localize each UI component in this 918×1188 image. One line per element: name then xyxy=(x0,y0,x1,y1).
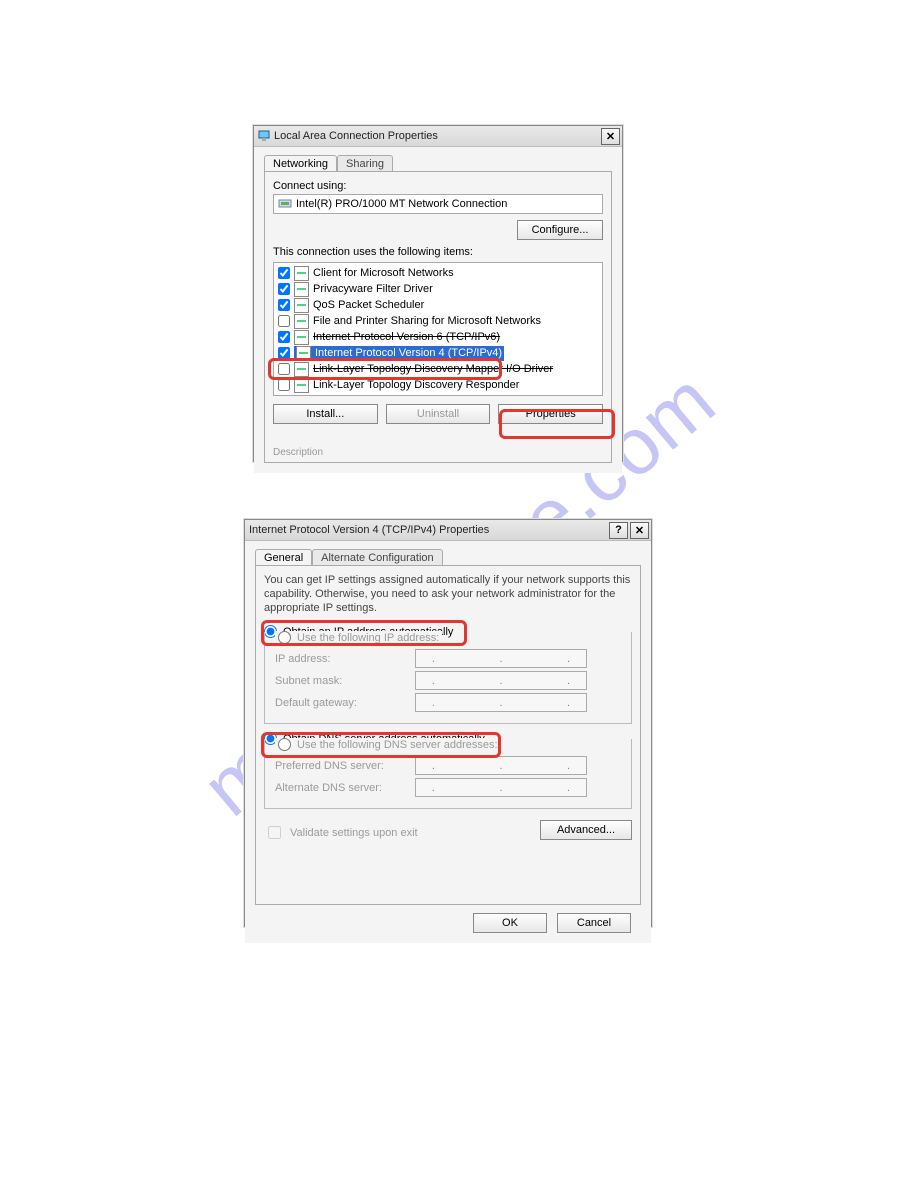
item-label: Privacyware Filter Driver xyxy=(313,283,598,295)
dns-alternate-input: ... xyxy=(415,778,587,797)
item-label: Client for Microsoft Networks xyxy=(313,267,598,279)
ip-address-input: ... xyxy=(415,649,587,668)
subnet-mask-input: ... xyxy=(415,671,587,690)
item-checkbox[interactable] xyxy=(278,315,290,327)
protocol-icon xyxy=(294,378,309,393)
item-label: Link-Layer Topology Discovery Responder xyxy=(313,379,598,391)
item-checkbox[interactable] xyxy=(278,363,290,375)
list-item[interactable]: Link-Layer Topology Discovery Responder xyxy=(276,377,600,393)
tab-networking[interactable]: Networking xyxy=(264,155,337,172)
protocol-icon xyxy=(294,362,309,377)
protocol-icon xyxy=(294,330,309,345)
adapter-name: Intel(R) PRO/1000 MT Network Connection xyxy=(296,198,507,210)
close-button[interactable]: ✕ xyxy=(630,522,649,539)
connect-using-label: Connect using: xyxy=(273,180,603,192)
list-item[interactable]: File and Printer Sharing for Microsoft N… xyxy=(276,313,600,329)
list-item[interactable]: QoS Packet Scheduler xyxy=(276,297,600,313)
ip-address-label: IP address: xyxy=(275,653,415,665)
connection-items-list[interactable]: Client for Microsoft Networks Privacyware… xyxy=(273,262,603,396)
item-label: Internet Protocol Version 4 (TCP/IPv4) xyxy=(315,347,502,359)
network-icon xyxy=(258,130,270,142)
adapter-display: Intel(R) PRO/1000 MT Network Connection xyxy=(273,194,603,214)
close-button[interactable]: ✕ xyxy=(601,128,620,145)
item-label: QoS Packet Scheduler xyxy=(313,299,598,311)
uninstall-button: Uninstall xyxy=(386,404,491,424)
description-heading: Description xyxy=(273,447,323,458)
properties-button[interactable]: Properties xyxy=(498,404,603,424)
adapter-icon xyxy=(278,198,292,210)
dlg2-title: Internet Protocol Version 4 (TCP/IPv4) P… xyxy=(249,524,607,536)
list-item[interactable]: Internet Protocol Version 4 (TCP/IPv4) xyxy=(276,345,600,361)
item-label: Link-Layer Topology Discovery Mapper I/O… xyxy=(313,363,598,375)
item-checkbox[interactable] xyxy=(278,379,290,391)
radio-ip-manual-row[interactable]: Use the following IP address: xyxy=(275,631,442,644)
item-checkbox[interactable] xyxy=(278,283,290,295)
advanced-button[interactable]: Advanced... xyxy=(540,820,632,840)
dlg2-titlebar[interactable]: Internet Protocol Version 4 (TCP/IPv4) P… xyxy=(245,520,651,541)
protocol-icon xyxy=(296,346,311,361)
protocol-icon xyxy=(294,298,309,313)
validate-settings-checkbox[interactable] xyxy=(268,826,281,839)
tab-sharing[interactable]: Sharing xyxy=(337,155,393,172)
item-checkbox[interactable] xyxy=(278,267,290,279)
tab-alternate-config[interactable]: Alternate Configuration xyxy=(312,549,443,566)
radio-ip-manual-label: Use the following IP address: xyxy=(297,632,439,644)
dns-preferred-label: Preferred DNS server: xyxy=(275,760,415,772)
list-item[interactable]: Client for Microsoft Networks xyxy=(276,265,600,281)
item-checkbox[interactable] xyxy=(278,347,290,359)
radio-dns-manual-row[interactable]: Use the following DNS server addresses: xyxy=(275,738,501,751)
dlg2-description: You can get IP settings assigned automat… xyxy=(264,574,632,615)
tab-general[interactable]: General xyxy=(255,549,312,566)
ok-button[interactable]: OK xyxy=(473,913,547,933)
protocol-icon xyxy=(294,314,309,329)
list-item[interactable]: Link-Layer Topology Discovery Mapper I/O… xyxy=(276,361,600,377)
item-label: Internet Protocol Version 6 (TCP/IPv6) xyxy=(313,331,598,343)
dlg1-titlebar[interactable]: Local Area Connection Properties ✕ xyxy=(254,126,622,147)
list-item[interactable]: Privacyware Filter Driver xyxy=(276,281,600,297)
protocol-icon xyxy=(294,266,309,281)
item-checkbox[interactable] xyxy=(278,299,290,311)
help-button[interactable]: ? xyxy=(609,522,628,539)
dns-alternate-label: Alternate DNS server: xyxy=(275,782,415,794)
protocol-icon xyxy=(294,282,309,297)
lan-properties-dialog: Local Area Connection Properties ✕ Netwo… xyxy=(253,125,623,462)
radio-dns-manual[interactable] xyxy=(278,738,291,751)
install-button[interactable]: Install... xyxy=(273,404,378,424)
item-checkbox[interactable] xyxy=(278,331,290,343)
list-item[interactable]: Internet Protocol Version 6 (TCP/IPv6) xyxy=(276,329,600,345)
cancel-button[interactable]: Cancel xyxy=(557,913,631,933)
item-label: File and Printer Sharing for Microsoft N… xyxy=(313,315,598,327)
radio-dns-manual-label: Use the following DNS server addresses: xyxy=(297,739,498,751)
validate-settings-row[interactable]: Validate settings upon exit xyxy=(264,823,418,842)
subnet-mask-label: Subnet mask: xyxy=(275,675,415,687)
gateway-input: ... xyxy=(415,693,587,712)
configure-button[interactable]: Configure... xyxy=(517,220,603,240)
radio-ip-manual[interactable] xyxy=(278,631,291,644)
tcpipv4-properties-dialog: Internet Protocol Version 4 (TCP/IPv4) P… xyxy=(244,519,652,927)
validate-settings-label: Validate settings upon exit xyxy=(290,827,418,839)
dlg1-title: Local Area Connection Properties xyxy=(274,130,599,142)
gateway-label: Default gateway: xyxy=(275,697,415,709)
dns-preferred-input: ... xyxy=(415,756,587,775)
items-label: This connection uses the following items… xyxy=(273,246,603,258)
